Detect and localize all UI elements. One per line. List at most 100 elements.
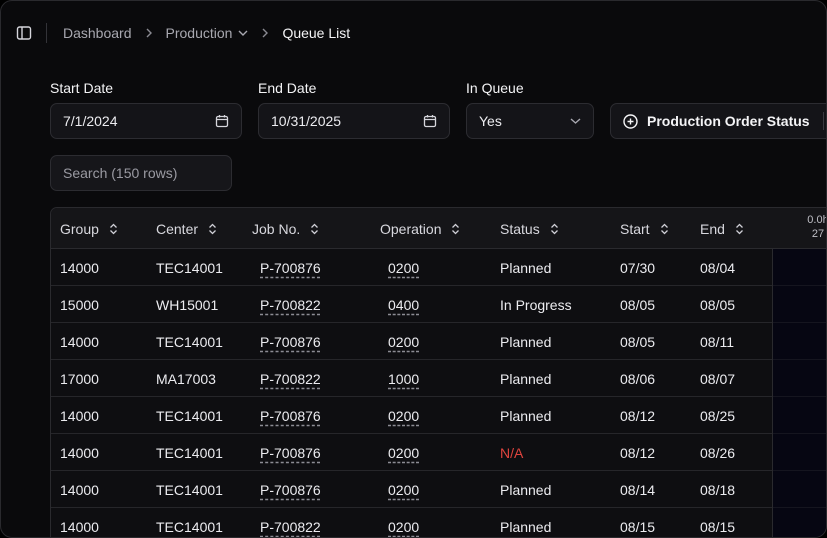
in-queue-value: Yes xyxy=(479,113,502,129)
cell-start: 08/05 xyxy=(620,296,656,313)
cell-start: 08/12 xyxy=(620,444,656,461)
cell-job-link[interactable]: P-700822 xyxy=(260,508,321,537)
end-date-label: End Date xyxy=(258,80,317,96)
job-link-text[interactable]: P-700822 xyxy=(260,297,321,313)
job-link-text[interactable]: P-700876 xyxy=(260,482,321,498)
column-header-label: Status xyxy=(500,220,540,237)
operation-link-text[interactable]: 0400 xyxy=(388,297,419,313)
sort-icon xyxy=(660,223,668,234)
chevron-right-icon xyxy=(248,28,282,38)
sort-icon xyxy=(735,223,743,234)
cell-start: 08/12 xyxy=(620,407,656,424)
operation-link-text[interactable]: 0200 xyxy=(388,482,419,498)
cell-job-link[interactable]: P-700876 xyxy=(260,323,321,360)
cell-end: 08/15 xyxy=(700,518,736,535)
sort-icon xyxy=(109,223,117,234)
cell-operation-link[interactable]: 1000 xyxy=(388,360,419,397)
job-link-text[interactable]: P-700876 xyxy=(260,260,321,276)
column-header-label: Start xyxy=(620,220,650,237)
job-link-text[interactable]: P-700876 xyxy=(260,334,321,350)
job-link-text[interactable]: P-700822 xyxy=(260,371,321,387)
cell-end: 08/07 xyxy=(700,370,736,387)
search-input[interactable] xyxy=(50,155,232,191)
cell-job-link[interactable]: P-700876 xyxy=(260,249,321,286)
operation-link-text[interactable]: 0200 xyxy=(388,408,419,424)
cell-job-link[interactable]: P-700876 xyxy=(260,397,321,434)
in-queue-label: In Queue xyxy=(466,80,524,96)
sort-icon xyxy=(550,223,558,234)
cell-job-link[interactable]: P-700822 xyxy=(260,286,321,323)
column-header-job-no[interactable]: Job No. xyxy=(252,208,319,249)
timeline-column xyxy=(772,249,826,537)
timeline-day-label: 27 xyxy=(811,228,825,240)
cell-operation-link[interactable]: 0400 xyxy=(388,286,419,323)
cell-operation-link[interactable]: 0200 xyxy=(388,434,419,471)
timeline-gridline xyxy=(773,285,826,286)
operation-link-text[interactable]: 0200 xyxy=(388,260,419,276)
job-link-text[interactable]: P-700822 xyxy=(260,519,321,535)
queue-table: Group Center Job No. Operation Status St… xyxy=(50,207,827,537)
column-header-group[interactable]: Group xyxy=(60,208,118,249)
cell-group: 14000 xyxy=(60,481,99,498)
column-header-label: End xyxy=(700,220,725,237)
cell-operation-link[interactable]: 0200 xyxy=(388,249,419,286)
cell-group: 14000 xyxy=(60,407,99,424)
start-date-picker[interactable]: 7/1/2024 xyxy=(50,103,242,139)
table-row[interactable]: 14000 TEC14001 P-700876 0200 Planned 08/… xyxy=(51,323,772,360)
column-header-operation[interactable]: Operation xyxy=(380,208,460,249)
timeline-gridline xyxy=(773,507,826,508)
cell-end: 08/18 xyxy=(700,481,736,498)
operation-link-text[interactable]: 0200 xyxy=(388,519,419,535)
sort-icon xyxy=(209,223,216,234)
cell-group: 14000 xyxy=(60,259,99,276)
cell-center: TEC14001 xyxy=(156,259,223,276)
end-date-value: 10/31/2025 xyxy=(271,113,342,129)
breadcrumb-production[interactable]: Production xyxy=(166,25,249,41)
cell-group: 14000 xyxy=(60,333,99,350)
job-link-text[interactable]: P-700876 xyxy=(260,445,321,461)
sort-icon xyxy=(311,223,319,234)
table-row[interactable]: 14000 TEC14001 P-700876 0200 Planned 08/… xyxy=(51,471,772,508)
operation-link-text[interactable]: 1000 xyxy=(388,371,419,387)
column-header-center[interactable]: Center xyxy=(156,208,217,249)
column-header-start[interactable]: Start xyxy=(620,208,669,249)
column-header-label: Center xyxy=(156,220,199,237)
timeline-hours-label: 0.0h xyxy=(807,214,827,226)
job-link-text[interactable]: P-700876 xyxy=(260,408,321,424)
cell-center: TEC14001 xyxy=(156,407,223,424)
cell-operation-link[interactable]: 0200 xyxy=(388,508,419,537)
table-row[interactable]: 14000 TEC14001 P-700876 0200 Planned 07/… xyxy=(51,249,772,286)
column-header-end[interactable]: End xyxy=(700,208,744,249)
table-row[interactable]: 17000 MA17003 P-700822 1000 Planned 08/0… xyxy=(51,360,772,397)
cell-job-link[interactable]: P-700822 xyxy=(260,360,321,397)
in-queue-select[interactable]: Yes xyxy=(466,103,594,139)
cell-status-na: N/A xyxy=(500,444,524,461)
chevron-down-icon xyxy=(238,30,248,36)
table-row[interactable]: 15000 WH15001 P-700822 0400 In Progress … xyxy=(51,286,772,323)
timeline-header: 0.0h 27 xyxy=(772,208,827,249)
cell-group: 15000 xyxy=(60,296,99,313)
cell-job-link[interactable]: P-700876 xyxy=(260,434,321,471)
timeline-gridline xyxy=(773,470,826,471)
cell-start: 07/30 xyxy=(620,259,656,276)
cell-operation-link[interactable]: 0200 xyxy=(388,323,419,360)
table-row[interactable]: 14000 TEC14001 P-700822 0200 Planned 08/… xyxy=(51,508,772,537)
column-header-status[interactable]: Status xyxy=(500,208,559,249)
production-order-status-button[interactable]: Production Order Status xyxy=(610,103,826,139)
cell-group: 14000 xyxy=(60,518,99,535)
operation-link-text[interactable]: 0200 xyxy=(388,334,419,350)
operation-link-text[interactable]: 0200 xyxy=(388,445,419,461)
sidebar-toggle-icon[interactable] xyxy=(15,24,33,42)
button-divider xyxy=(822,112,824,130)
cell-status: Planned xyxy=(500,370,552,387)
table-row[interactable]: 14000 TEC14001 P-700876 0200 Planned 08/… xyxy=(51,397,772,434)
cell-operation-link[interactable]: 0200 xyxy=(388,471,419,508)
end-date-picker[interactable]: 10/31/2025 xyxy=(258,103,450,139)
cell-center: TEC14001 xyxy=(156,481,223,498)
cell-end: 08/26 xyxy=(700,444,736,461)
cell-job-link[interactable]: P-700876 xyxy=(260,471,321,508)
table-row[interactable]: 14000 TEC14001 P-700876 0200 N/A 08/12 0… xyxy=(51,434,772,471)
cell-status: Planned xyxy=(500,518,552,535)
cell-operation-link[interactable]: 0200 xyxy=(388,397,419,434)
breadcrumb-dashboard[interactable]: Dashboard xyxy=(63,25,132,41)
